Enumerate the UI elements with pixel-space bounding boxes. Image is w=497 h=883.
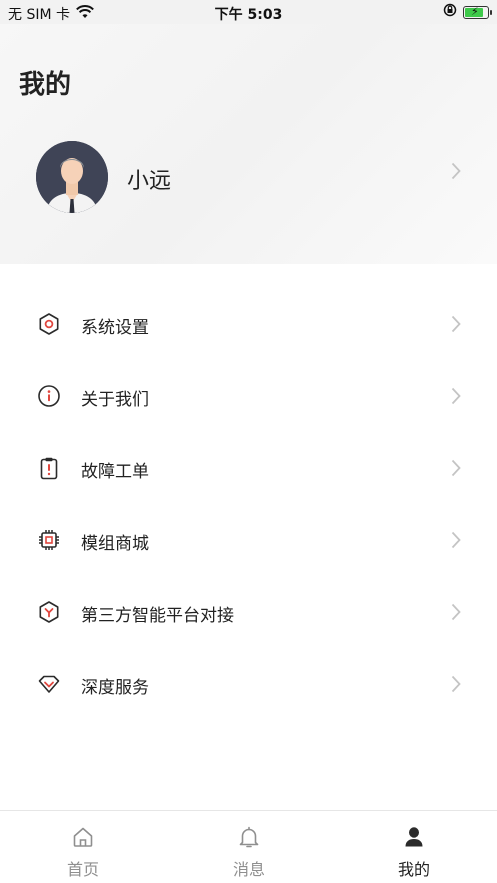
- info-icon: [37, 384, 61, 408]
- profile-row[interactable]: 小远: [0, 136, 497, 216]
- person-icon: [402, 825, 426, 849]
- menu-item-fault-ticket[interactable]: 故障工单: [0, 432, 497, 504]
- home-icon: [71, 825, 95, 849]
- chevron-right-icon: [451, 387, 461, 409]
- menu-item-label: 深度服务: [81, 678, 149, 698]
- chevron-right-icon: [451, 531, 461, 553]
- charging-bolt-icon: ⚡: [471, 4, 479, 18]
- menu-item-third-party-platform[interactable]: 第三方智能平台对接: [0, 576, 497, 648]
- username: 小远: [127, 169, 172, 194]
- chevron-right-icon: [451, 315, 461, 337]
- menu-item-label: 模组商城: [81, 534, 149, 554]
- tab-mine[interactable]: 我的: [331, 811, 497, 883]
- tab-messages[interactable]: 消息: [166, 811, 332, 883]
- menu-item-module-store[interactable]: 模组商城: [0, 504, 497, 576]
- bell-icon: [237, 825, 261, 849]
- clipboard-alert-icon: [37, 456, 61, 480]
- menu-item-about-us[interactable]: 关于我们: [0, 360, 497, 432]
- page-title: 我的: [19, 70, 72, 100]
- chevron-right-icon: [451, 459, 461, 481]
- avatar[interactable]: [36, 141, 108, 213]
- tab-label: 消息: [232, 860, 265, 879]
- menu-item-label: 第三方智能平台对接: [81, 606, 234, 626]
- tab-label: 首页: [66, 860, 99, 879]
- chevron-right-icon: [451, 603, 461, 625]
- status-time: 下午 5:03: [214, 7, 283, 23]
- profile-header: 我的 小远: [0, 24, 497, 264]
- orientation-lock-icon: [443, 3, 457, 21]
- status-right: ⚡: [443, 3, 492, 21]
- menu-item-label: 系统设置: [81, 318, 149, 338]
- menu-item-label: 关于我们: [81, 390, 149, 410]
- status-bar: 无 SIM 卡 下午 5:03 ⚡: [0, 0, 497, 24]
- menu-item-deep-service[interactable]: 深度服务: [0, 648, 497, 720]
- settings-menu: 系统设置 关于我们 故障工单 模组商城 第三方智能平台对接 深度服务: [0, 288, 497, 720]
- hexagon-link-icon: [37, 600, 61, 624]
- menu-item-label: 故障工单: [81, 462, 149, 482]
- battery-icon: ⚡: [463, 4, 492, 19]
- menu-item-system-settings[interactable]: 系统设置: [0, 288, 497, 360]
- tab-label: 我的: [397, 860, 430, 879]
- tab-home[interactable]: 首页: [0, 811, 166, 883]
- hexagon-settings-icon: [37, 312, 61, 336]
- chevron-right-icon: [451, 162, 461, 184]
- tab-bar: 首页 消息 我的: [0, 810, 497, 883]
- diamond-icon: [37, 672, 61, 696]
- chevron-right-icon: [451, 675, 461, 697]
- chip-icon: [37, 528, 61, 552]
